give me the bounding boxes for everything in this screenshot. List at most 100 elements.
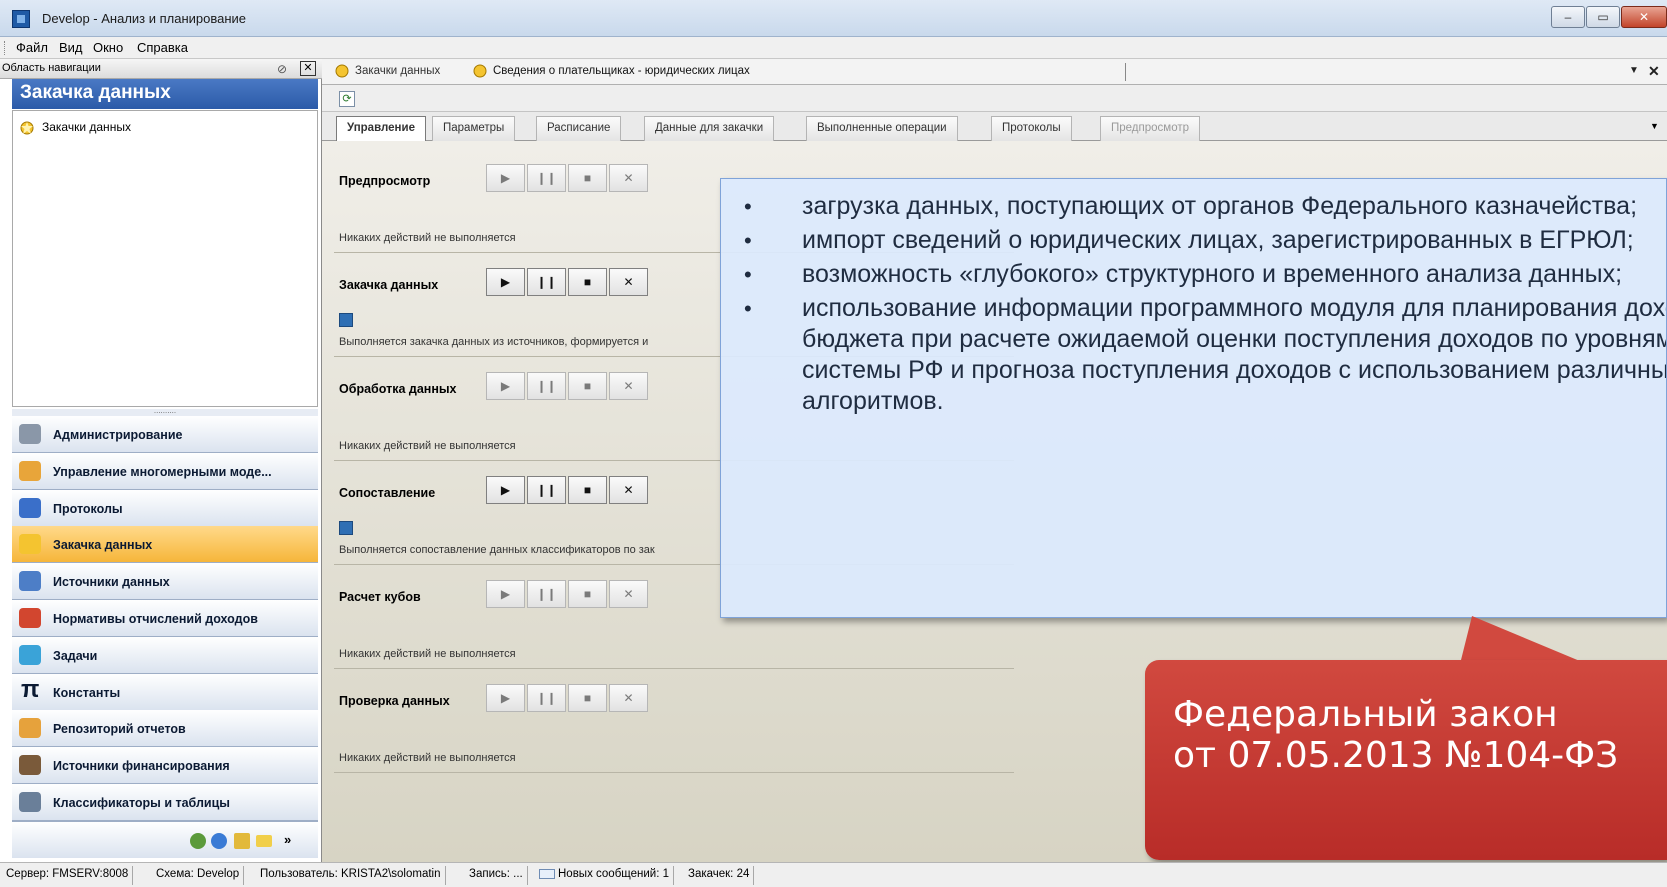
menu-window[interactable]: Окно: [93, 40, 123, 55]
nav-button-label: Закачка данных: [53, 538, 153, 553]
sub-tabs: Управление Параметры Расписание Данные д…: [322, 112, 1667, 142]
tab-management[interactable]: Управление: [336, 116, 426, 142]
nav-button-7[interactable]: Задачи: [12, 636, 318, 674]
window-titlebar: Develop - Анализ и планирование – ▭ ✕: [0, 0, 1667, 37]
doc-tab-loads[interactable]: Закачки данных: [334, 63, 440, 79]
operation-title: Предпросмотр: [339, 174, 431, 188]
mail-icon[interactable]: [256, 835, 272, 847]
operation-status: Никаких действий не выполняется: [339, 648, 516, 660]
nav-close-button[interactable]: ✕: [300, 61, 316, 76]
stop-button[interactable]: ■: [568, 268, 607, 296]
cancel-button[interactable]: ✕: [609, 580, 648, 608]
datasource-icon: [19, 571, 41, 592]
stop-button[interactable]: ■: [568, 684, 607, 712]
nav-button-8[interactable]: π Константы: [12, 673, 318, 711]
nav-button-4[interactable]: Закачка данных: [12, 526, 318, 564]
finance-icon: [19, 755, 41, 776]
play-button[interactable]: ▶: [486, 372, 525, 400]
sub-tabs-arrow-icon[interactable]: ▼: [1650, 121, 1659, 131]
pause-button[interactable]: ❙❙: [527, 476, 566, 504]
pin-icon[interactable]: ⊘: [277, 62, 287, 76]
window-title: Develop - Анализ и планирование: [42, 11, 247, 26]
refresh-button[interactable]: ⟳: [339, 91, 355, 107]
cancel-button[interactable]: ✕: [609, 164, 648, 192]
nav-tree: Закачки данных: [12, 110, 318, 407]
nav-button-1[interactable]: Администрирование: [12, 416, 318, 453]
operation-title: Проверка данных: [339, 694, 450, 708]
stop-button[interactable]: ■: [568, 580, 607, 608]
tab-preview[interactable]: Предпросмотр: [1100, 116, 1200, 141]
nav-tree-item-loads[interactable]: Закачки данных: [19, 120, 131, 136]
tab-schedule[interactable]: Расписание: [536, 116, 622, 141]
status-loads: Закачек: 24: [684, 866, 755, 885]
nav-button-6[interactable]: Нормативы отчислений доходов: [12, 600, 318, 637]
play-button[interactable]: ▶: [486, 580, 525, 608]
navigation-panel: Область навигации ⊘ ✕ Закачка данных Зак…: [0, 59, 322, 862]
close-window-button[interactable]: ✕: [1621, 6, 1667, 28]
nav-button-label: Классификаторы и таблицы: [53, 796, 230, 810]
menu-file[interactable]: Файл: [16, 40, 48, 55]
idle-state-icon: [339, 729, 353, 743]
menu-help[interactable]: Справка: [137, 40, 188, 55]
doc-tab-payers[interactable]: Сведения о плательщиках - юридических ли…: [472, 63, 750, 79]
tab-separator: [1125, 63, 1126, 81]
tab-parameters[interactable]: Параметры: [432, 116, 516, 141]
refresh-nav-icon[interactable]: [190, 833, 206, 849]
notes-icon[interactable]: [234, 833, 250, 849]
stop-button[interactable]: ■: [568, 164, 607, 192]
tab-list-arrow-icon[interactable]: ▼: [1629, 65, 1639, 76]
stop-button[interactable]: ■: [568, 476, 607, 504]
idle-state-icon: [339, 209, 353, 223]
pause-button[interactable]: ❙❙: [527, 580, 566, 608]
nav-button-10[interactable]: Источники финансирования: [12, 747, 318, 785]
loader-icon: [335, 64, 349, 78]
pause-button[interactable]: ❙❙: [527, 268, 566, 296]
menu-grip: [4, 41, 7, 55]
nav-button-11[interactable]: Классификаторы и таблицы: [12, 784, 318, 821]
reports-icon: [19, 718, 41, 739]
stop-button[interactable]: ■: [568, 372, 607, 400]
running-state-icon: [339, 313, 353, 327]
operation-title: Обработка данных: [339, 382, 457, 396]
cube-db-icon: [19, 460, 41, 481]
nav-button-3[interactable]: Протоколы: [12, 489, 318, 527]
more-buttons-icon[interactable]: »: [284, 832, 291, 847]
cancel-button[interactable]: ✕: [609, 476, 648, 504]
pause-button[interactable]: ❙❙: [527, 684, 566, 712]
play-button[interactable]: ▶: [486, 164, 525, 192]
nav-section-title: Закачка данных: [12, 79, 318, 109]
nav-button-9[interactable]: Репозиторий отчетов: [12, 710, 318, 748]
feature-item: импорт сведений о юридических лицах, зар…: [721, 225, 1666, 256]
play-button[interactable]: ▶: [486, 684, 525, 712]
operation-status: Никаких действий не выполняется: [339, 232, 516, 244]
tools-icon: [19, 424, 41, 444]
law-callout-pointer: [1460, 616, 1587, 664]
cancel-button[interactable]: ✕: [609, 684, 648, 712]
clock-icon[interactable]: [211, 833, 227, 849]
tab-protocols[interactable]: Протоколы: [991, 116, 1072, 141]
nav-button-2[interactable]: Управление многомерными моде...: [12, 452, 318, 490]
tasks-icon: [19, 644, 41, 665]
tab-completed-operations[interactable]: Выполненные операции: [806, 116, 958, 141]
nav-button-label: Репозиторий отчетов: [53, 722, 186, 737]
play-button[interactable]: ▶: [486, 268, 525, 296]
minimize-button[interactable]: –: [1551, 6, 1585, 28]
pause-button[interactable]: ❙❙: [527, 372, 566, 400]
envelope-icon: [539, 868, 555, 879]
status-messages[interactable]: Новых сообщений: 1: [535, 866, 674, 885]
pause-button[interactable]: ❙❙: [527, 164, 566, 192]
feature-item: использование информации программного мо…: [721, 293, 1666, 417]
nav-button-label: Администрирование: [53, 428, 183, 442]
tab-load-data[interactable]: Данные для закачки: [644, 116, 775, 141]
nav-button-label: Задачи: [53, 648, 98, 663]
cancel-button[interactable]: ✕: [609, 268, 648, 296]
maximize-button[interactable]: ▭: [1586, 6, 1620, 28]
features-callout: загрузка данных, поступающих от органов …: [720, 178, 1667, 618]
menu-view[interactable]: Вид: [59, 40, 83, 55]
nav-button-5[interactable]: Источники данных: [12, 563, 318, 601]
close-tab-icon[interactable]: ✕: [1648, 63, 1660, 80]
chart-icon: [19, 608, 41, 628]
play-button[interactable]: ▶: [486, 476, 525, 504]
nav-button-label: Константы: [53, 685, 121, 700]
cancel-button[interactable]: ✕: [609, 372, 648, 400]
